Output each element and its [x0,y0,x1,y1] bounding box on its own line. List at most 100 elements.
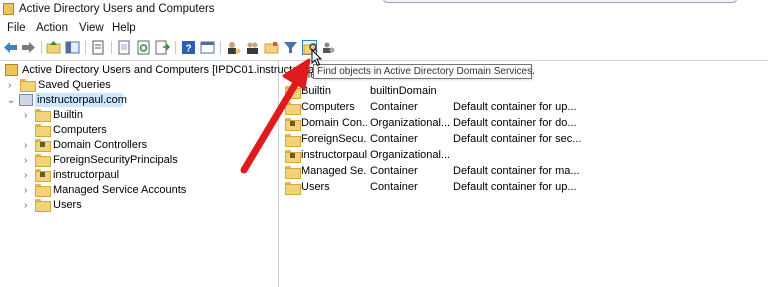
tree-item-label: ForeignSecurityPrincipals [53,154,178,166]
folder-icon [285,102,301,115]
overlay-panel-edge [382,0,738,3]
list-item-type: builtinDomain [370,85,437,97]
ou-badge [40,142,45,147]
list-item-name: Users [301,181,330,193]
tree-root[interactable]: Active Directory Users and Computers [IP… [0,63,314,78]
toolbar-separator [111,41,112,54]
expand-icon[interactable]: › [24,155,33,166]
filter-icon[interactable] [283,40,298,55]
export-list-icon[interactable] [117,40,132,55]
tree-item-label: Computers [53,124,107,136]
new-group-icon[interactable] [245,40,260,55]
show-hide-icon[interactable] [200,40,215,55]
help-icon[interactable]: ? [181,40,196,55]
ou-badge [290,153,295,158]
toolbar-separator [175,41,176,54]
expand-icon[interactable]: › [24,185,33,196]
tree-item-label: Builtin [53,109,83,121]
aduc-root-icon [5,64,18,76]
new-user-icon[interactable] [226,40,241,55]
tree-item-saved-queries[interactable]: › Saved Queries [0,78,279,93]
tree-item-label: Managed Service Accounts [53,184,187,196]
list-item-description: Default container for sec... [453,133,582,145]
tree-item-foreign-security-principals[interactable]: › ForeignSecurityPrincipals [0,153,279,168]
list-item-name: Builtin [301,85,331,97]
toolbar-separator [85,41,86,54]
list-item-name: Domain Con... [301,117,367,129]
mouse-cursor-icon [311,49,323,67]
aduc-app-icon [3,3,14,15]
expand-icon[interactable]: › [24,110,33,121]
tree-item-users[interactable]: › Users [0,198,279,213]
tree-item-instructorpaul[interactable]: › instructorpaul [0,168,279,183]
folder-icon [285,86,301,99]
menu-action[interactable]: Action [36,22,68,34]
tree-item-computers[interactable]: Computers [0,123,279,138]
folder-icon [285,182,301,195]
folder-icon [35,154,51,167]
tree-item-label: instructorpaul [53,169,120,181]
menu-view[interactable]: View [79,22,104,34]
list-item[interactable]: Domain Con... Organizational... Default … [282,115,768,131]
list-item[interactable]: Builtin builtinDomain [282,83,768,99]
tree-item-label: instructorpaul.com [37,94,127,106]
tree-item-managed-service-accounts[interactable]: › Managed Service Accounts [0,183,279,198]
list-item-name: instructorpaul [301,149,367,161]
list-item-type: Container [370,181,418,193]
list-item[interactable]: Users Container Default container for up… [282,179,768,195]
up-folder-icon[interactable] [46,40,61,55]
expand-icon[interactable]: › [24,200,33,211]
list-item-name: Managed Se... [301,165,367,177]
list-item-name: Computers [301,101,355,113]
find-tooltip: Find objects in Active Directory Domain … [313,64,535,79]
tree-item-domain-controllers[interactable]: › Domain Controllers [0,138,279,153]
folder-icon [285,134,301,147]
expand-icon[interactable]: › [24,170,33,181]
folder-icon [35,109,51,122]
refresh-icon[interactable] [136,40,151,55]
list-item-type: Container [370,101,418,113]
tree-item-builtin[interactable]: › Builtin [0,108,279,123]
folder-icon [35,124,51,137]
list-item-type: Organizational... [370,117,450,129]
list-item-description: Default container for up... [453,181,577,193]
back-icon[interactable] [3,40,18,55]
list-item[interactable]: ForeignSecu... Container Default contain… [282,131,768,147]
tree-item-domain[interactable]: ⌄ instructorpaul.com [0,93,279,108]
list-item[interactable]: Computers Container Default container fo… [282,99,768,115]
tree-item-label: Users [53,199,82,211]
folder-icon [35,199,51,212]
menu-help[interactable]: Help [112,22,136,34]
ou-badge [40,172,45,177]
add-to-group-icon[interactable] [321,40,336,55]
forward-icon[interactable] [21,40,36,55]
domain-icon [19,94,33,106]
list-item[interactable]: instructorpaul Organizational... [282,147,768,163]
expand-icon[interactable]: › [8,80,17,91]
properties-icon[interactable] [91,40,106,55]
folder-icon [20,79,36,92]
folder-icon [285,166,301,179]
window-title: Active Directory Users and Computers [19,3,215,15]
menu-bar: File Action View Help [0,20,768,37]
menu-file[interactable]: File [7,22,26,34]
list-item[interactable]: Managed Se... Container Default containe… [282,163,768,179]
folder-icon [35,184,51,197]
tree-root-label: Active Directory Users and Computers [IP… [22,64,315,76]
svg-text:?: ? [185,44,191,55]
tree-item-label: Domain Controllers [53,139,148,151]
new-ou-icon[interactable] [264,40,279,55]
expand-icon[interactable]: › [24,140,33,151]
tree-item-label: Saved Queries [38,79,111,91]
list-item-description: Default container for up... [453,101,577,113]
list-item-name: ForeignSecu... [301,133,367,145]
toolbar-separator [41,41,42,54]
title-bar: Active Directory Users and Computers [0,0,768,19]
toolbar-separator [220,41,221,54]
list-item-type: Container [370,165,418,177]
details-pane: me Builtin builtinDomain Computers Conta… [282,61,768,287]
console-tree: Active Directory Users and Computers [IP… [0,61,314,287]
export-icon[interactable] [155,40,170,55]
collapse-icon[interactable]: ⌄ [7,95,16,106]
console-tree-icon[interactable] [65,40,80,55]
